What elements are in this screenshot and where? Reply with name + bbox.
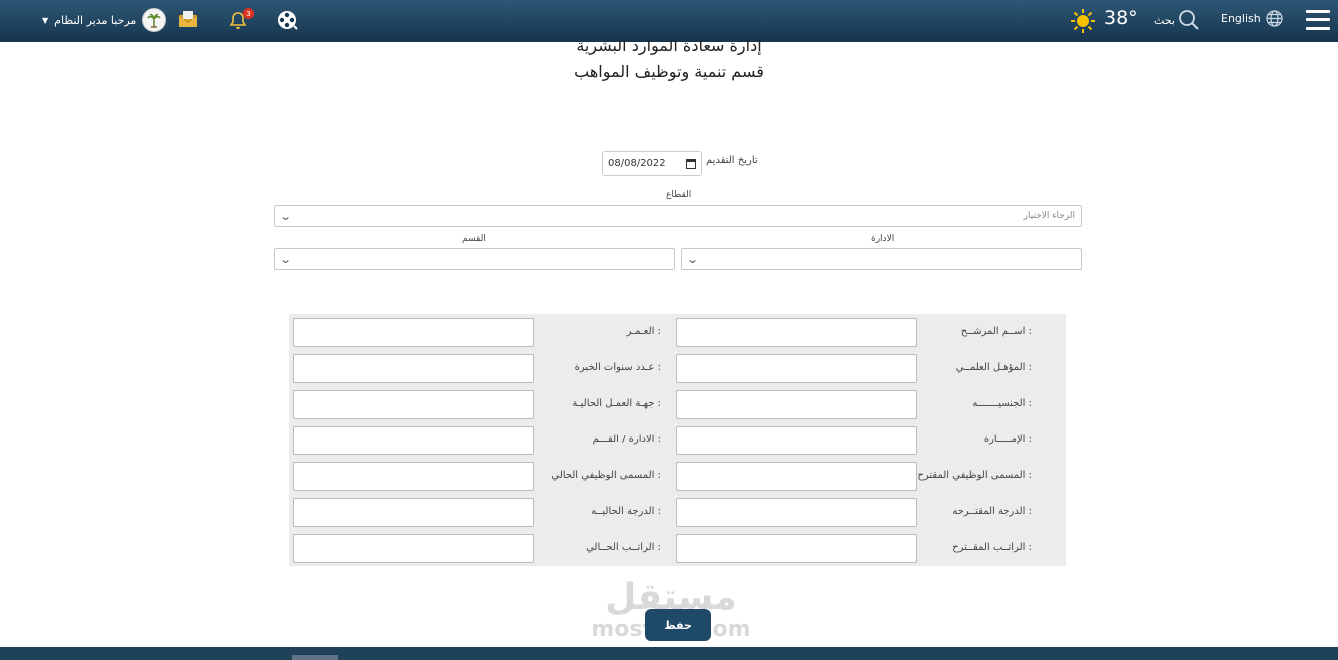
application-date-label: تاريخ التقديم — [706, 155, 758, 166]
calendar-icon[interactable] — [686, 158, 696, 169]
search-button[interactable]: بحث — [1154, 9, 1200, 31]
application-date-value: 08/08/2022 — [608, 158, 666, 169]
right-field-label: المسمى الوظيفي المقترح : — [917, 470, 1032, 481]
left-field-label: العـمـر : — [626, 326, 661, 337]
right-text-field[interactable] — [676, 534, 917, 563]
caret-down-icon: ▼ — [42, 15, 49, 25]
left-text-field[interactable] — [293, 426, 534, 455]
page-footer — [0, 647, 1338, 660]
media-reel-icon[interactable] — [276, 9, 298, 31]
right-text-field[interactable] — [676, 426, 917, 455]
organization-logo-icon — [142, 8, 167, 32]
right-text-field[interactable] — [676, 390, 917, 419]
search-icon — [1179, 10, 1199, 30]
section-select[interactable]: ⌄ — [274, 248, 675, 270]
chevron-down-icon: ⌄ — [686, 252, 700, 266]
right-text-field[interactable] — [676, 354, 917, 383]
language-switch[interactable]: English — [1221, 10, 1283, 27]
user-menu[interactable]: ▼ مرحبا مدير النظام — [42, 8, 167, 32]
chevron-down-icon: ⌄ — [279, 252, 293, 266]
right-field-label: اســم المرشــح : — [960, 326, 1032, 337]
messages-icon[interactable] — [178, 10, 198, 28]
left-field-label: الدرجة الحاليــه : — [591, 506, 661, 517]
sector-select[interactable]: ⌄ الرجاء الاختيار — [274, 205, 1082, 227]
left-field-label: عـدد سنوات الخبرة : — [574, 362, 661, 373]
right-field-label: الإمـــــارة : — [983, 434, 1032, 445]
sector-label: القطاع — [666, 190, 692, 200]
right-field-label: المؤهـل العلمــي : — [955, 362, 1032, 373]
left-text-field[interactable] — [293, 318, 534, 347]
right-text-field[interactable] — [676, 498, 917, 527]
search-label: بحث — [1154, 13, 1175, 27]
sector-placeholder: الرجاء الاختيار — [1023, 211, 1075, 221]
right-field-label: الدرجة المقتــرحه : — [952, 506, 1032, 517]
right-field-label: الجنسيـــــــه : — [972, 398, 1032, 409]
hamburger-menu-icon[interactable] — [1305, 7, 1331, 33]
footer-tab — [292, 655, 338, 660]
save-button[interactable]: حفظ — [645, 609, 711, 641]
temperature-readout: 38° — [1104, 7, 1138, 29]
administration-select[interactable]: ⌄ — [681, 248, 1082, 270]
left-text-field[interactable] — [293, 462, 534, 491]
right-field-label: الراتــب المقــترح : — [952, 542, 1032, 553]
section-label: القسم — [462, 234, 486, 244]
left-text-field[interactable] — [293, 498, 534, 527]
right-text-field[interactable] — [676, 462, 917, 491]
left-field-label: الادارة / القـــم : — [592, 434, 661, 445]
notifications-bell-icon[interactable]: 3 — [228, 8, 254, 31]
weather-sun-icon — [1070, 8, 1096, 34]
left-field-label: الراتــب الحــالي : — [586, 542, 661, 553]
left-text-field[interactable] — [293, 354, 534, 383]
globe-icon — [1266, 10, 1283, 27]
left-field-label: جهـة العمـل الحاليـة : — [572, 398, 661, 409]
left-text-field[interactable] — [293, 390, 534, 419]
chevron-down-icon: ⌄ — [279, 209, 293, 223]
application-date-input[interactable]: 08/08/2022 — [602, 151, 702, 176]
left-text-field[interactable] — [293, 534, 534, 563]
left-field-label: المسمى الوظيفي الحالي : — [551, 470, 661, 481]
language-label: English — [1221, 12, 1261, 25]
right-text-field[interactable] — [676, 318, 917, 347]
page-title-department: إدارة سعادة الموارد البشرية — [576, 36, 762, 55]
notification-count-badge: 3 — [243, 8, 254, 19]
page-title-section: قسم تنمية وتوظيف المواهب — [574, 62, 764, 81]
administration-label: الادارة — [871, 234, 895, 244]
welcome-text: مرحبا مدير النظام — [54, 13, 137, 27]
